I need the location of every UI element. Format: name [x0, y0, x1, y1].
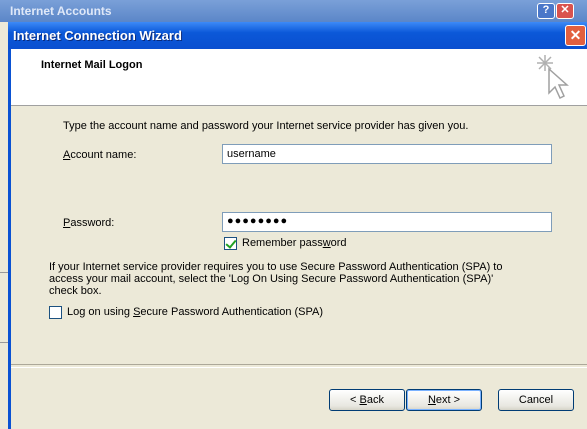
close-button[interactable]: ✕ [565, 25, 586, 46]
account-name-label: Account name: [63, 149, 137, 161]
divider [0, 272, 8, 273]
back-button[interactable]: < Back [329, 389, 405, 411]
wizard-titlebar[interactable]: Internet Connection Wizard ✕ [8, 22, 587, 49]
divider [0, 342, 8, 343]
wizard-window: Internet Connection Wizard ✕ Internet Ma… [8, 22, 587, 429]
remember-password-label[interactable]: Remember password [242, 237, 347, 249]
spa-description: If your Internet service provider requir… [49, 261, 503, 297]
window-title: Internet Connection Wizard [13, 28, 182, 43]
password-input[interactable]: ●●●●●●●● [222, 212, 552, 232]
account-name-input[interactable] [222, 144, 552, 164]
wizard-client-area: Internet Mail Logon Type the account nam… [11, 49, 587, 429]
instructions-text: Type the account name and password your … [63, 120, 469, 132]
cursor-sparkle-icon [537, 55, 569, 100]
wizard-header: Internet Mail Logon [11, 49, 587, 106]
footer-divider [11, 364, 587, 368]
next-button[interactable]: Next > [406, 389, 482, 411]
cancel-button[interactable]: Cancel [498, 389, 574, 411]
spa-checkbox[interactable] [49, 306, 62, 319]
page-title: Internet Mail Logon [41, 59, 143, 71]
spa-label[interactable]: Log on using Secure Password Authenticat… [67, 306, 323, 318]
background-help-button[interactable]: ? [537, 3, 555, 19]
password-label: Password: [63, 217, 115, 229]
background-window-titlebar: Internet Accounts ? ✕ [0, 0, 587, 22]
background-close-button[interactable]: ✕ [556, 3, 574, 19]
background-window-edge [0, 22, 8, 429]
background-window-title: Internet Accounts [10, 4, 112, 18]
wizard-body: Type the account name and password your … [11, 106, 587, 429]
remember-password-checkbox[interactable] [224, 237, 237, 250]
